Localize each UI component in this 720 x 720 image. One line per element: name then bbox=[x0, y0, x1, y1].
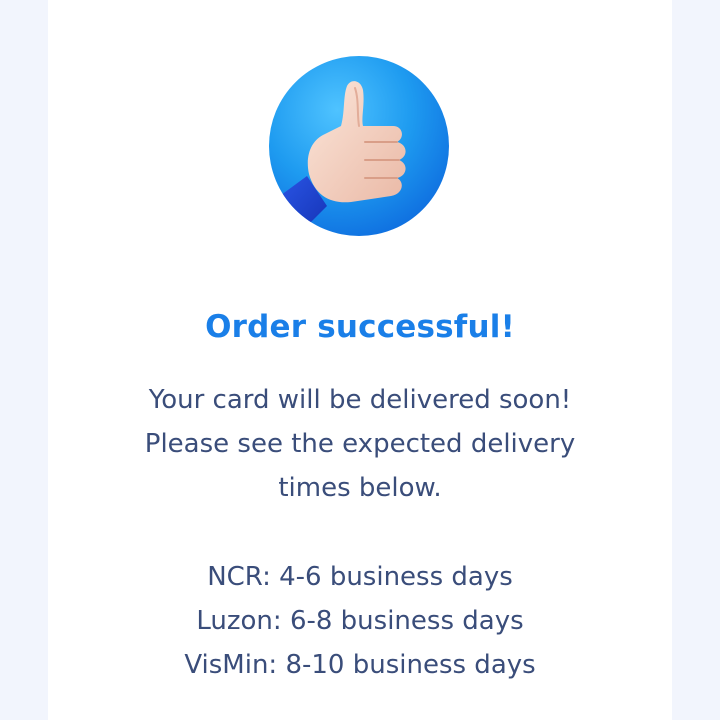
delivery-time-luzon: Luzon: 6-8 business days bbox=[196, 606, 524, 636]
message-line: Your card will be delivered soon! bbox=[148, 385, 572, 415]
confirmation-card: Order successful! Your card will be deli… bbox=[48, 0, 672, 720]
message-line: times below. bbox=[278, 473, 442, 503]
delivery-time-ncr: NCR: 4-6 business days bbox=[207, 562, 513, 592]
delivery-time-vismin: VisMin: 8-10 business days bbox=[184, 650, 536, 680]
message-line: Please see the expected delivery bbox=[144, 429, 576, 459]
confirmation-message: Your card will be delivered soon! Please… bbox=[88, 378, 632, 510]
thumbs-up-icon bbox=[269, 56, 449, 236]
page-title: Order successful! bbox=[205, 309, 515, 345]
delivery-times-list: NCR: 4-6 business days Luzon: 6-8 busine… bbox=[88, 555, 632, 687]
